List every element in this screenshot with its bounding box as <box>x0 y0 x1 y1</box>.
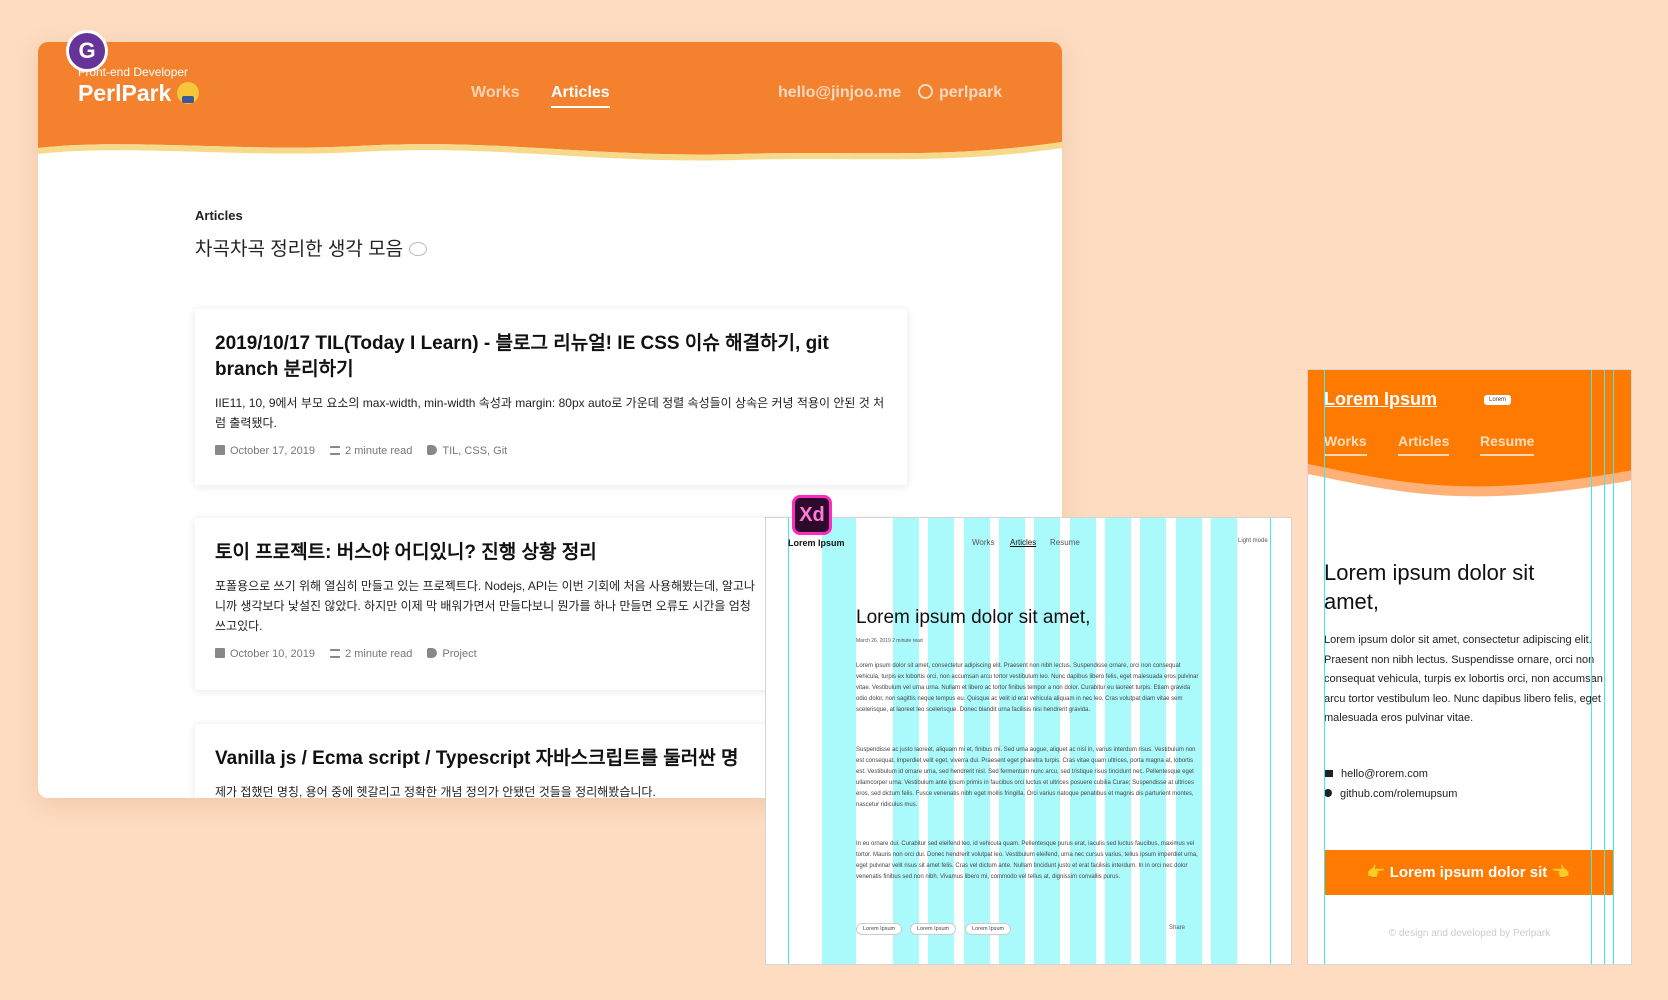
xd-nav-works: Works <box>972 538 995 547</box>
mobile-github-text[interactable]: github.com/rolemupsum <box>1340 788 1457 800</box>
tag-icon <box>427 445 438 455</box>
mobile-brand[interactable]: Lorem Ipsum <box>1324 389 1437 410</box>
brand-name[interactable]: PerlPark <box>78 80 200 107</box>
calendar-icon <box>215 648 225 658</box>
article-meta: October 17, 2019 2 minute read TIL, CSS,… <box>215 445 887 457</box>
mail-icon <box>1324 770 1333 777</box>
adobe-xd-icon: Xd <box>792 495 832 535</box>
guide-line <box>1591 370 1592 964</box>
technologist-emoji-icon <box>177 82 200 104</box>
mobile-email-text[interactable]: hello@rorem.com <box>1341 768 1428 780</box>
grid-column <box>822 518 856 964</box>
xd-paragraph: Lorem ipsum dolor sit amet, consectetur … <box>856 663 1199 713</box>
mobile-paragraph: Lorem ipsum dolor sit amet, consectetur … <box>1324 634 1603 724</box>
email-link[interactable]: hello@jinjoo.me <box>778 84 901 102</box>
grid-column <box>999 518 1025 964</box>
grid-column <box>964 518 990 964</box>
xd-light-mode: Light mode <box>1238 538 1268 544</box>
mobile-nav-resume[interactable]: Resume <box>1480 433 1535 456</box>
article-excerpt: IIE11, 10, 9에서 부모 요소의 max-width, min-wid… <box>215 396 885 430</box>
article-tags[interactable]: TIL, CSS, Git <box>442 445 507 457</box>
mobile-nav-works[interactable]: Works <box>1324 433 1367 456</box>
mobile-header: Lorem Ipsum Lorem Works Articles Resume <box>1308 370 1631 510</box>
grid-column <box>1034 518 1060 964</box>
article-read-time: 2 minute read <box>345 648 413 660</box>
mobile-email[interactable]: hello@rorem.com <box>1324 768 1428 780</box>
xd-paragraph: Suspendisse ac justo laoreet, aliquam mi… <box>856 747 1196 808</box>
article-date: October 17, 2019 <box>230 445 316 457</box>
article-date: October 10, 2019 <box>230 648 316 660</box>
xd-paragraph: In eu ornare dui. Curabitur sed eleifend… <box>856 841 1198 880</box>
grid-column <box>1176 518 1202 964</box>
article-read-time: 2 minute read <box>345 445 413 457</box>
guide-line <box>1324 370 1325 964</box>
github-icon <box>1324 789 1332 797</box>
xd-design-window: Lorem Ipsum Works Articles Resume Light … <box>765 517 1292 965</box>
guide-line <box>1613 370 1614 964</box>
github-link[interactable]: perlpark <box>918 84 1002 102</box>
section-subtitle-text: 차곡차곡 정리한 생각 모음 <box>195 239 404 260</box>
article-title[interactable]: 2019/10/17 TIL(Today I Learn) - 블로그 리뉴얼!… <box>215 331 887 383</box>
guide-line <box>1604 370 1605 964</box>
grid-column <box>1211 518 1237 964</box>
article-tags[interactable]: Project <box>442 648 476 660</box>
guide-line <box>1270 518 1271 964</box>
xd-tag-pill: Lorem Ipsum <box>965 923 1012 935</box>
header-wave <box>38 42 1062 161</box>
mobile-footer: © design and developed by Perlpark <box>1388 928 1551 939</box>
github-icon <box>918 84 933 99</box>
xd-share: Share <box>1169 925 1186 931</box>
nav-works[interactable]: Works <box>471 84 520 102</box>
xd-nav-resume: Resume <box>1050 538 1080 547</box>
mobile-badge: Lorem <box>1484 395 1512 405</box>
mobile-nav-articles[interactable]: Articles <box>1398 433 1450 456</box>
grid-column <box>1070 518 1096 964</box>
article-card[interactable]: 2019/10/17 TIL(Today I Learn) - 블로그 리뉴얼!… <box>195 309 907 485</box>
article-excerpt: 포폴용으로 쓰기 위해 열심히 만들고 있는 프로젝트다. Nodejs, AP… <box>215 579 755 633</box>
site-header: Front-end Developer PerlPark Works Artic… <box>38 42 1062 212</box>
mobile-cta-button[interactable]: 👉 Lorem ipsum dolor sit 👈 <box>1324 850 1613 895</box>
tag-icon <box>427 648 438 658</box>
mobile-design-window: Lorem Ipsum Lorem Works Articles Resume … <box>1307 369 1632 965</box>
brand-name-text[interactable]: PerlPark <box>78 80 171 106</box>
grid-column <box>1140 518 1166 964</box>
guide-line <box>788 518 789 964</box>
xd-nav-articles: Articles <box>1010 538 1037 547</box>
xd-logo: Lorem Ipsum <box>788 538 845 548</box>
grid-column <box>1105 518 1131 964</box>
xd-post-meta: March 26, 2019 2 minute read <box>856 638 923 644</box>
mobile-github[interactable]: github.com/rolemupsum <box>1324 788 1457 800</box>
section-subtitle: 차곡차곡 정리한 생각 모음 <box>195 234 428 261</box>
calendar-icon <box>215 445 225 455</box>
grid-column <box>893 518 919 964</box>
reading-time-icon <box>330 446 341 455</box>
reading-time-icon <box>330 649 341 658</box>
gatsby-logo-icon: G <box>66 30 108 72</box>
mobile-heading: Lorem ipsum dolor sit amet, <box>1324 560 1535 614</box>
grid-column <box>928 518 954 964</box>
section-label: Articles <box>195 208 243 223</box>
github-link-text[interactable]: perlpark <box>939 84 1002 101</box>
nav-articles[interactable]: Articles <box>551 84 610 108</box>
xd-tag-pill: Lorem Ipsum <box>910 923 957 935</box>
xd-tag-pill: Lorem Ipsum <box>856 923 903 935</box>
thought-bubble-icon <box>409 242 428 256</box>
xd-post-title: Lorem ipsum dolor sit amet, <box>856 607 1091 628</box>
